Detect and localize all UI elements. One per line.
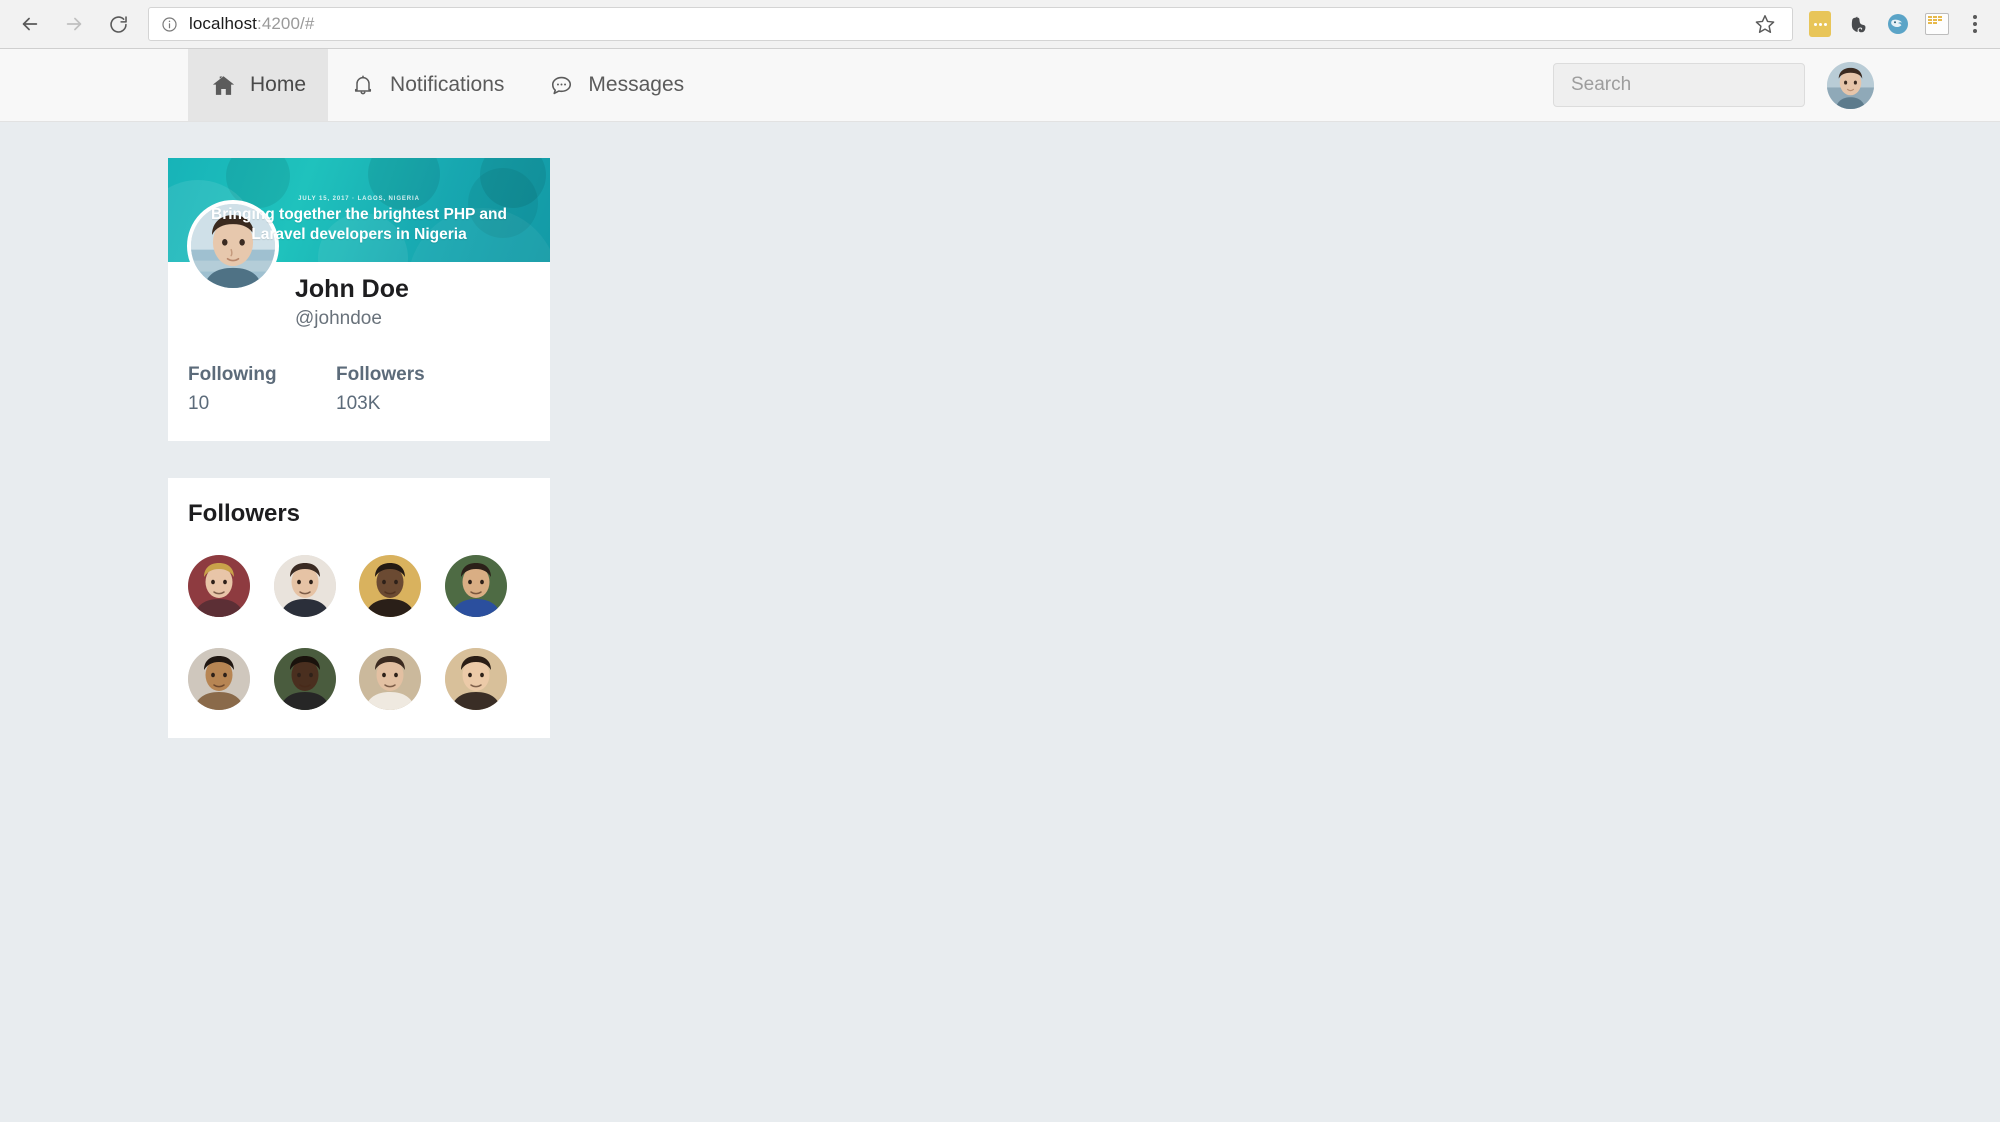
follower-avatar-6[interactable] xyxy=(273,648,336,710)
followers-title: Followers xyxy=(188,500,301,527)
follower-avatar-1[interactable] xyxy=(188,555,250,617)
follower-avatar-2[interactable] xyxy=(273,555,336,617)
home-icon xyxy=(210,72,236,98)
chat-bubble-icon xyxy=(548,72,574,98)
profile-name: John Doe xyxy=(295,275,409,303)
calendar-extension-icon[interactable] xyxy=(1920,7,1954,41)
stat-following-label: Following xyxy=(188,364,277,385)
nav-item-notifications[interactable]: Notifications xyxy=(328,49,526,121)
nav-items: Home Notifications Messages xyxy=(188,49,706,121)
app-navbar: Home Notifications Messages Search xyxy=(0,49,2000,122)
evernote-extension-icon[interactable] xyxy=(1842,7,1876,41)
url-host: localhost xyxy=(189,14,257,33)
url-path: :4200/# xyxy=(257,14,315,33)
bell-icon xyxy=(350,72,376,98)
reload-icon[interactable] xyxy=(96,2,140,46)
stat-following[interactable]: Following 10 xyxy=(188,364,336,415)
nav-item-home[interactable]: Home xyxy=(188,49,329,121)
follower-avatar-3[interactable] xyxy=(359,555,421,617)
followers-grid xyxy=(188,555,530,710)
nav-item-messages-label: Messages xyxy=(588,73,685,96)
follower-avatar-8[interactable] xyxy=(444,648,507,710)
follower-avatar-7[interactable] xyxy=(359,648,421,710)
teal-bird-extension-icon[interactable] xyxy=(1881,7,1915,41)
url-text: localhost:4200/# xyxy=(189,14,314,34)
nav-item-home-label: Home xyxy=(250,73,307,96)
banner-eyebrow: JULY 15, 2017 · LAGOS, NIGERIA xyxy=(298,196,420,202)
extension-tray xyxy=(1803,7,1958,41)
stat-followers-value: 103K xyxy=(336,393,381,414)
stat-followers[interactable]: Followers 103K xyxy=(336,364,484,415)
follower-avatar-4[interactable] xyxy=(444,555,507,617)
banner-headline: Bringing together the brightest PHP and … xyxy=(211,206,507,243)
profile-body: John Doe @johndoe Following 10 Followers… xyxy=(168,200,550,441)
forward-arrow-icon[interactable] xyxy=(52,2,96,46)
back-arrow-icon[interactable] xyxy=(8,2,52,46)
stat-following-value: 10 xyxy=(188,393,210,414)
nav-item-messages[interactable]: Messages xyxy=(526,49,706,121)
three-dot-menu-icon[interactable] xyxy=(1958,6,1992,42)
profile-card: JULY 15, 2017 · LAGOS, NIGERIA Bringing … xyxy=(168,158,550,441)
profile-stats: Following 10 Followers 103K xyxy=(188,324,530,415)
nav-item-notifications-label: Notifications xyxy=(390,73,505,96)
followers-card: Followers xyxy=(168,478,550,738)
page-info-icon[interactable] xyxy=(161,16,178,33)
navbar-user-avatar[interactable] xyxy=(1827,61,1874,109)
browser-chrome: localhost:4200/# xyxy=(0,0,2000,49)
star-icon[interactable] xyxy=(1750,9,1780,39)
address-bar[interactable]: localhost:4200/# xyxy=(148,7,1793,41)
navbar-right xyxy=(1553,49,2000,121)
search-input[interactable] xyxy=(1553,63,1805,107)
yellow-notes-extension-icon[interactable] xyxy=(1803,7,1837,41)
follower-avatar-5[interactable] xyxy=(188,648,250,710)
page-content: JULY 15, 2017 · LAGOS, NIGERIA Bringing … xyxy=(0,122,2000,1122)
stat-followers-label: Followers xyxy=(336,364,425,385)
